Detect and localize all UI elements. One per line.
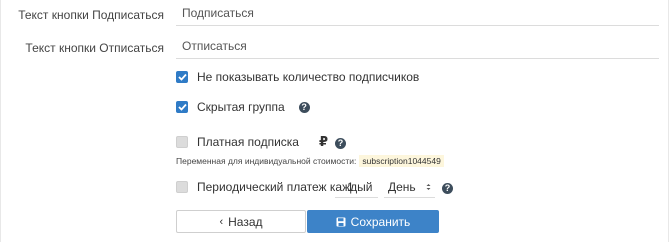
paid-subscription-label: Платная подписка	[197, 135, 299, 149]
period-amount-input[interactable]: 1	[335, 176, 378, 198]
back-button-label: Назад	[228, 214, 263, 229]
save-button-label: Сохранить	[350, 214, 411, 229]
variable-note: Переменная для индивидуальной стоимости:…	[176, 155, 444, 167]
hidden-group-label: Скрытая группа	[197, 100, 285, 114]
paid-subscription-checkbox[interactable]	[176, 136, 188, 148]
save-button[interactable]: Сохранить	[307, 210, 439, 233]
chevron-left-icon: ‹	[219, 215, 224, 228]
hide-count-label: Не показывать количество подписчиков	[197, 70, 420, 84]
hidden-group-option[interactable]: Скрытая группа ?	[176, 100, 310, 114]
right-divider	[668, 0, 669, 242]
subscribe-text-input[interactable]	[176, 0, 659, 26]
period-unit-select[interactable]: День	[384, 176, 435, 198]
currency-ruble-icon: ₽	[319, 134, 329, 149]
hidden-group-checkbox[interactable]	[176, 101, 188, 113]
left-divider	[0, 0, 1, 242]
variable-code: subscription1044549	[359, 155, 444, 167]
periodic-payment-help-icon[interactable]: ?	[442, 183, 453, 194]
select-arrows-icon	[426, 183, 431, 190]
unsubscribe-text-label: Текст кнопки Отписаться	[25, 41, 164, 55]
periodic-payment-checkbox[interactable]	[176, 181, 188, 193]
unsubscribe-text-input[interactable]	[176, 33, 659, 59]
hide-count-checkbox[interactable]	[176, 71, 188, 83]
back-button[interactable]: ‹ Назад	[176, 210, 306, 233]
save-icon	[336, 217, 346, 226]
paid-subscription-help-icon[interactable]: ?	[335, 138, 346, 149]
period-unit-value: День	[388, 179, 416, 194]
subscribe-text-label: Текст кнопки Подписаться	[18, 8, 164, 22]
variable-note-text: Переменная для индивидуальной стоимости:	[176, 156, 357, 166]
hide-count-option[interactable]: Не показывать количество подписчиков	[176, 70, 419, 84]
paid-subscription-option[interactable]: Платная подписка	[176, 135, 299, 149]
hidden-group-help-icon[interactable]: ?	[298, 101, 310, 113]
